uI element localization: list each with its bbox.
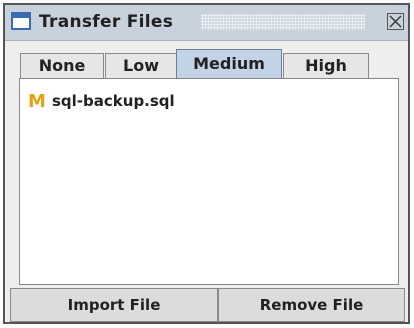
title-bar-grip <box>201 14 365 30</box>
window-title: Transfer Files <box>39 12 174 32</box>
close-icon <box>389 15 402 28</box>
button-row: Import File Remove File <box>10 288 405 322</box>
remove-file-button[interactable]: Remove File <box>218 288 405 322</box>
file-list: M sql-backup.sql <box>19 78 399 285</box>
import-file-button[interactable]: Import File <box>10 288 218 322</box>
priority-badge: M <box>28 90 46 112</box>
tab-high[interactable]: High <box>283 53 369 78</box>
priority-tabs: None Low High Medium <box>5 41 408 79</box>
tab-low[interactable]: Low <box>105 53 177 78</box>
close-button[interactable] <box>387 13 404 30</box>
list-item[interactable]: M sql-backup.sql <box>28 90 175 112</box>
file-name: sql-backup.sql <box>52 92 175 110</box>
tab-none[interactable]: None <box>20 53 104 78</box>
window-icon <box>11 12 31 30</box>
transfer-files-window: Transfer Files None Low High Medium M sq… <box>3 3 410 324</box>
tab-medium[interactable]: Medium <box>176 49 282 79</box>
title-bar[interactable]: Transfer Files <box>5 5 408 41</box>
